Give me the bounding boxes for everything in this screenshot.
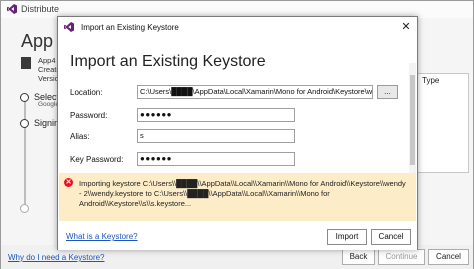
- error-icon: ✕: [64, 178, 73, 187]
- back-button[interactable]: Back: [342, 249, 375, 265]
- location-field[interactable]: C:\Users\████\AppData\Local\Xamarin\Mono…: [137, 85, 373, 99]
- why-keystore-link[interactable]: Why do I need a Keystore?: [8, 253, 105, 262]
- location-label: Location:: [70, 88, 103, 97]
- cancel-button-main[interactable]: Cancel: [428, 249, 469, 265]
- import-keystore-dialog: Import an Existing Keystore ✕ Import an …: [57, 16, 418, 250]
- continue-button[interactable]: Continue: [378, 249, 425, 265]
- alias-label: Alias:: [70, 132, 90, 141]
- step-select-sub: Google: [38, 101, 59, 108]
- error-panel: ✕ Importing keystore C:\Users\\████\\App…: [59, 173, 416, 221]
- cancel-button[interactable]: Cancel: [371, 229, 411, 245]
- browse-button[interactable]: ...: [377, 85, 398, 99]
- error-message: Importing keystore C:\Users\\████\\AppDa…: [79, 179, 406, 208]
- key-password-label: Key Password:: [70, 155, 124, 164]
- visual-studio-icon: [64, 22, 74, 32]
- visual-studio-icon: [7, 4, 17, 14]
- steps-line: [24, 97, 26, 207]
- step-dot-signing: [20, 119, 29, 128]
- import-button[interactable]: Import: [327, 229, 367, 245]
- step-dot-select: [20, 93, 29, 102]
- key-password-field[interactable]: ●●●●●●: [137, 152, 295, 166]
- what-is-keystore-link[interactable]: What is a Keystore?: [66, 232, 138, 241]
- close-icon[interactable]: ✕: [398, 20, 414, 34]
- password-field[interactable]: ●●●●●●: [137, 108, 295, 122]
- dialog-scrollbar[interactable]: [409, 63, 416, 175]
- dialog-heading: Import an Existing Keystore: [70, 53, 266, 70]
- type-column-header[interactable]: Type: [422, 76, 439, 85]
- app-icon: [21, 57, 31, 69]
- dialog-title: Import an Existing Keystore: [81, 23, 179, 32]
- dialog-titlebar: Import an Existing Keystore ✕: [58, 17, 417, 38]
- dialog-footer: What is a Keystore? Import Cancel: [58, 221, 417, 250]
- scroll-thumb[interactable]: [410, 75, 415, 165]
- alias-field[interactable]: s: [137, 129, 295, 143]
- distribute-title: Distribute: [21, 4, 60, 14]
- password-label: Password:: [70, 111, 108, 120]
- keystore-list-panel[interactable]: Type: [417, 73, 469, 173]
- step-dot-next: [20, 204, 29, 213]
